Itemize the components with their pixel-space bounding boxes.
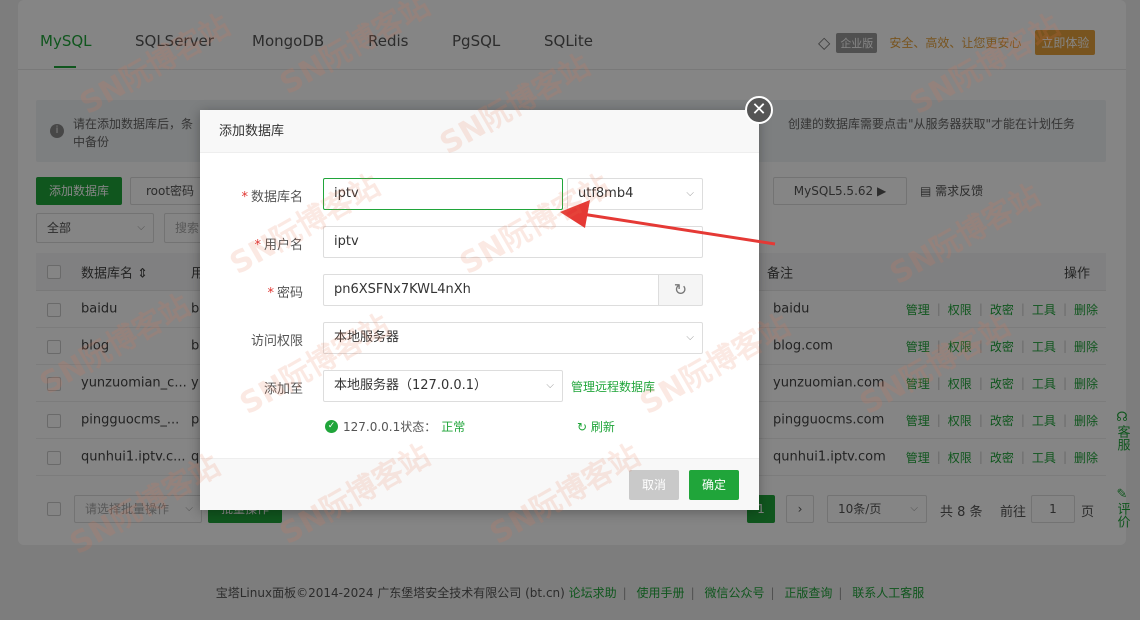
arrow-head xyxy=(560,200,590,228)
arrow-shaft xyxy=(581,212,776,246)
annotation-arrow xyxy=(560,200,776,246)
